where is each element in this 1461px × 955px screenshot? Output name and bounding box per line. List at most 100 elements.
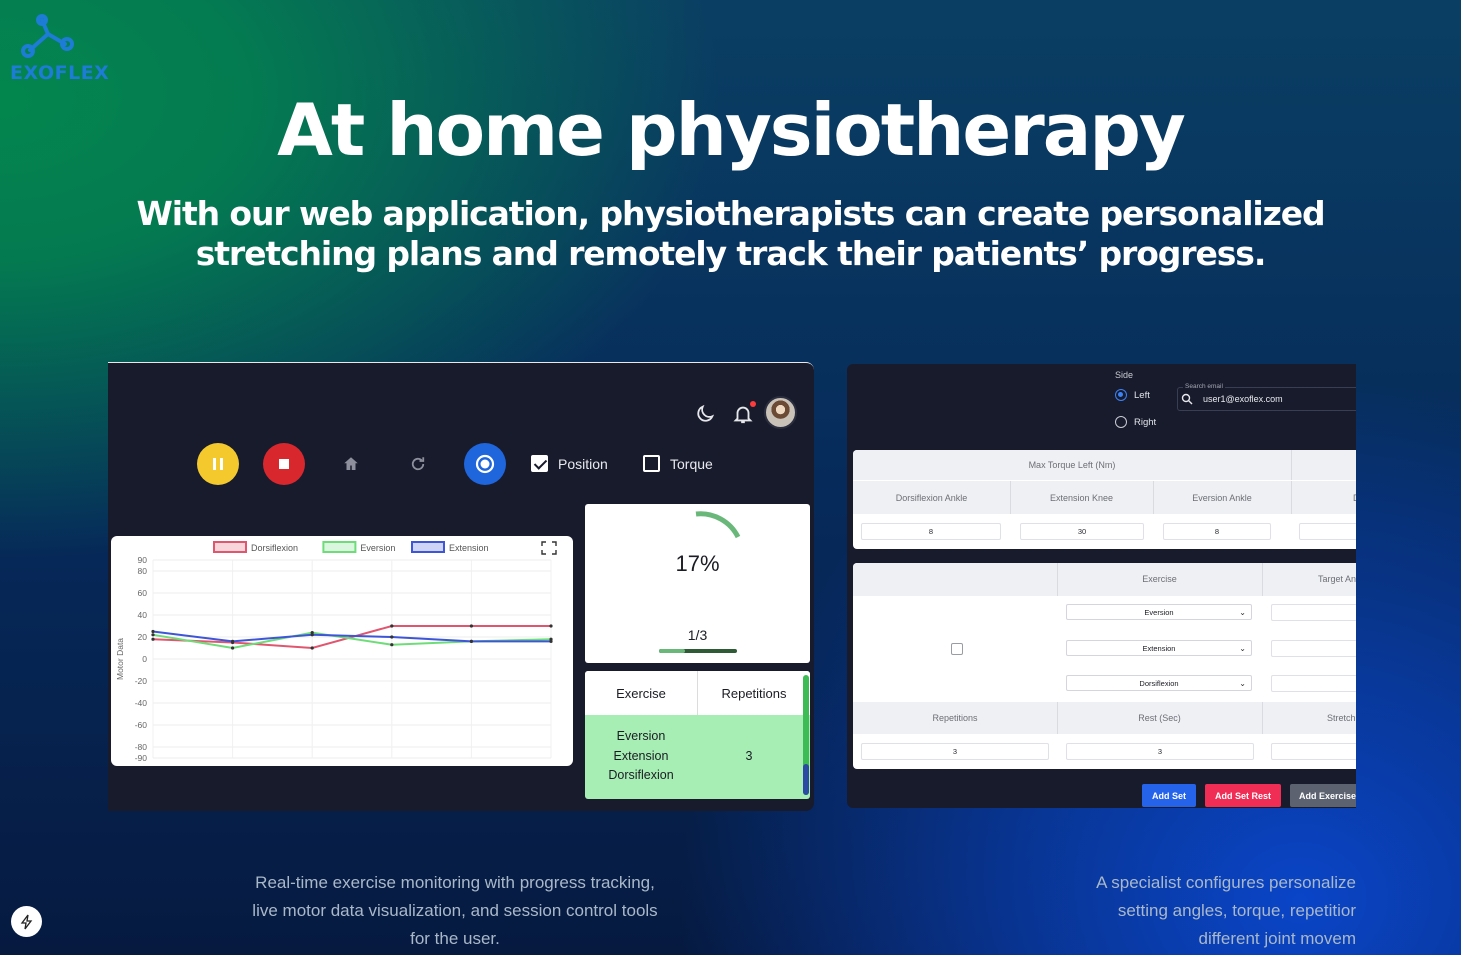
legend-swatch xyxy=(322,541,357,553)
progress-percent: 17% xyxy=(675,551,720,576)
data-point xyxy=(390,624,394,628)
hero-subtitle-line-1: With our web application, physiotherapis… xyxy=(136,194,1325,233)
legend-label: Extension xyxy=(449,543,489,553)
divider xyxy=(1291,481,1292,514)
divider xyxy=(1010,481,1011,514)
torque-checkbox[interactable] xyxy=(643,455,660,472)
side-option-left[interactable]: Left xyxy=(1115,389,1150,401)
exercise-select-3[interactable]: Dorsiflexion ⌄ xyxy=(1066,675,1252,691)
y-tick-label: -90 xyxy=(135,753,148,763)
pause-button[interactable] xyxy=(197,443,239,485)
y-tick-label: -20 xyxy=(135,676,148,686)
data-point xyxy=(549,624,553,628)
motor-data-chart-svg: 9080 60 40 20 0 -20 -40 -60 -80-90 Motor Data Dors… xyxy=(115,541,557,763)
data-point xyxy=(151,629,155,634)
search-email-label: Search email xyxy=(1183,383,1225,390)
progress-bar xyxy=(659,649,737,653)
home-button[interactable] xyxy=(330,443,372,485)
torque-column-header: Eversion Ankle xyxy=(1192,493,1252,503)
user-avatar[interactable] xyxy=(764,396,797,429)
stop-button[interactable] xyxy=(263,443,305,485)
search-icon xyxy=(1181,393,1193,405)
torque-input-extension[interactable]: 30 xyxy=(1020,523,1144,540)
max-torque-title: Max Torque Left (Nm) xyxy=(1028,460,1116,470)
target-angle-column-header: Target An xyxy=(1318,574,1356,584)
configuration-screenshot: Side Left Right Search email user1@exofl… xyxy=(847,364,1356,808)
data-point xyxy=(231,639,235,643)
data-point xyxy=(549,639,553,643)
exercise-table-header: Exercise Repetitions xyxy=(585,671,810,715)
exercise-row-checkbox[interactable] xyxy=(951,643,963,655)
repetitions-input[interactable]: 3 xyxy=(861,743,1049,760)
hero-subtitle: With our web application, physiotherapis… xyxy=(0,194,1461,274)
divider xyxy=(1291,450,1292,480)
target-angle-input[interactable] xyxy=(1271,640,1356,657)
add-set-rest-button[interactable]: Add Set Rest xyxy=(1205,784,1281,807)
table-scrollbar-thumb[interactable] xyxy=(803,764,809,795)
y-tick-label: -60 xyxy=(135,720,148,730)
side-option-right[interactable]: Right xyxy=(1115,416,1156,428)
configuration-caption: A specialist configures personalize sett… xyxy=(1020,869,1356,953)
lightning-icon xyxy=(20,914,32,929)
repetitions-column-header: Repetitions xyxy=(721,685,787,701)
add-set-button[interactable]: Add Set xyxy=(1142,784,1196,807)
caption-line: for the user. xyxy=(410,929,500,948)
add-exercise-button[interactable]: Add Exercise xyxy=(1290,784,1356,807)
progress-card: 17% 1/3 xyxy=(585,504,810,663)
quick-action-button[interactable] xyxy=(11,906,42,937)
position-toggle[interactable]: Position xyxy=(531,455,608,472)
radio-right[interactable] xyxy=(1115,416,1127,428)
legend-swatch xyxy=(411,541,445,553)
stretch-input[interactable] xyxy=(1271,743,1356,760)
caption-line: different joint movem xyxy=(1198,929,1356,948)
progress-fraction: 1/3 xyxy=(687,627,708,643)
max-torque-card: Max Torque Left (Nm) Dorsiflexion Ankle … xyxy=(853,450,1356,549)
target-icon xyxy=(475,454,495,474)
y-tick-label: 80 xyxy=(138,566,148,576)
rest-input[interactable]: 3 xyxy=(1066,743,1254,760)
chevron-down-icon: ⌄ xyxy=(1239,608,1246,617)
hero-title: At home physiotherapy xyxy=(277,88,1186,172)
y-axis-label: Motor Data xyxy=(115,638,125,680)
exercise-name: Eversion xyxy=(616,729,666,743)
target-angle-input[interactable] xyxy=(1271,604,1356,621)
torque-label: Torque xyxy=(670,455,713,472)
torque-input-eversion[interactable]: 8 xyxy=(1163,523,1271,540)
caption-line: live motor data visualization, and sessi… xyxy=(252,901,658,920)
motor-data-chart: 90 80 60 40 20 0 -20 -40 -60 -80 -90 Motor Data Dors… xyxy=(111,536,573,766)
side-option-left-label: Left xyxy=(1134,389,1150,401)
target-angle-input[interactable] xyxy=(1271,675,1356,692)
position-label: Position xyxy=(558,455,608,472)
torque-toggle[interactable]: Torque xyxy=(643,455,713,472)
search-email-value: user1@exoflex.com xyxy=(1203,394,1283,404)
refresh-button[interactable] xyxy=(397,443,439,485)
exercise-select-value: Dorsiflexion xyxy=(1139,678,1179,688)
position-checkbox[interactable] xyxy=(531,455,548,472)
divider xyxy=(1153,481,1154,514)
exercise-select-value: Extension xyxy=(1142,643,1176,653)
torque-input-dorsi[interactable] xyxy=(1299,523,1356,540)
rest-column-header: Rest (Sec) xyxy=(1138,713,1181,723)
repetitions-cell: 3 xyxy=(745,749,753,763)
exercise-select-1[interactable]: Eversion ⌄ xyxy=(1066,604,1252,620)
y-tick-label: -40 xyxy=(135,698,148,708)
monitoring-screenshot: Position Torque 90 80 60 40 20 0 -20 -40 -60 -80-… xyxy=(108,362,814,811)
monitoring-caption: Real-time exercise monitoring with progr… xyxy=(225,869,685,953)
record-button[interactable] xyxy=(464,443,506,485)
caption-line: A specialist configures personalize xyxy=(1096,873,1356,892)
exercise-select-2[interactable]: Extension ⌄ xyxy=(1066,640,1252,656)
dark-mode-icon[interactable] xyxy=(694,403,716,425)
y-tick-label: 20 xyxy=(138,632,148,642)
side-label: Side xyxy=(1115,370,1134,380)
chevron-down-icon: ⌄ xyxy=(1239,644,1246,653)
torque-input-dorsiflexion[interactable]: 8 xyxy=(861,523,1001,540)
data-point xyxy=(390,643,394,647)
caption-line: Real-time exercise monitoring with progr… xyxy=(255,873,655,892)
logo-wordmark: EXOFLEX xyxy=(10,62,110,84)
side-option-right-label: Right xyxy=(1134,416,1157,428)
exercise-config-card: Exercise Target An Eversion ⌄ Extension ⌄ … xyxy=(853,563,1356,769)
legend-label: Eversion xyxy=(360,543,395,553)
refresh-icon xyxy=(411,457,425,471)
chevron-down-icon: ⌄ xyxy=(1239,679,1246,688)
radio-left[interactable] xyxy=(1115,389,1127,401)
